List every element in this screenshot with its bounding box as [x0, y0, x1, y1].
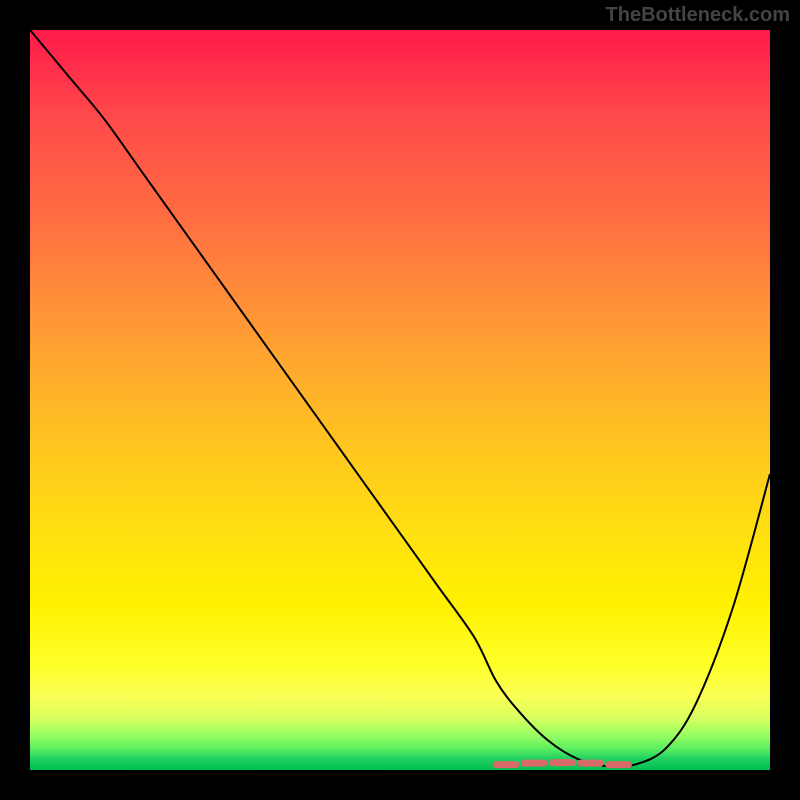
bottleneck-curve-line — [30, 30, 770, 767]
plot-area — [30, 30, 770, 770]
optimal-range-marker — [496, 763, 628, 765]
chart-svg — [30, 30, 770, 770]
watermark-text: TheBottleneck.com — [606, 4, 790, 27]
